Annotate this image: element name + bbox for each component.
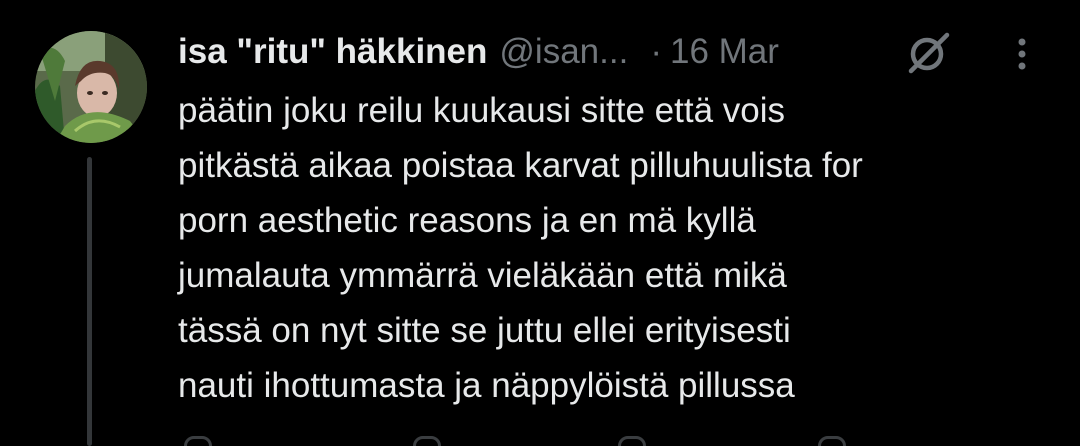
more-vertical-icon[interactable] <box>1012 34 1032 74</box>
separator-dot: · <box>650 32 662 71</box>
tweet-text-line: pitkästä aikaa poistaa karvat pilluhuuli… <box>178 146 863 185</box>
tweet-text-line: nauti ihottumasta ja näppylöistä pilluss… <box>178 366 795 405</box>
like-icon[interactable] <box>618 436 646 446</box>
tweet-text: päätin joku reilu kuukausi sitte että vo… <box>178 83 1058 413</box>
tweet-header: isa "ritu" häkkinen @isan... · 16 Mar <box>178 28 779 76</box>
tweet-text-line: päätin joku reilu kuukausi sitte että vo… <box>178 91 785 130</box>
reply-icon[interactable] <box>184 436 212 446</box>
author-handle[interactable]: @isan... <box>499 32 628 72</box>
tweet-date[interactable]: 16 Mar <box>670 32 779 72</box>
tweet-text-line: jumalauta ymmärrä vieläkään että mikä <box>178 256 787 295</box>
avatar[interactable] <box>35 31 147 143</box>
grok-icon[interactable] <box>905 31 953 75</box>
tweet-text-line: porn aesthetic reasons ja en mä kyllä <box>178 201 756 240</box>
views-icon[interactable] <box>818 436 846 446</box>
avatar-image <box>35 31 147 143</box>
tweet-text-line: tässä on nyt sitte se juttu ellei erityi… <box>178 311 791 350</box>
thread-line <box>87 157 92 446</box>
author-display-name[interactable]: isa "ritu" häkkinen <box>178 32 487 72</box>
action-bar <box>178 436 1058 446</box>
repost-icon[interactable] <box>413 436 441 446</box>
tweet[interactable]: isa "ritu" häkkinen @isan... · 16 Mar pä… <box>0 0 1080 446</box>
